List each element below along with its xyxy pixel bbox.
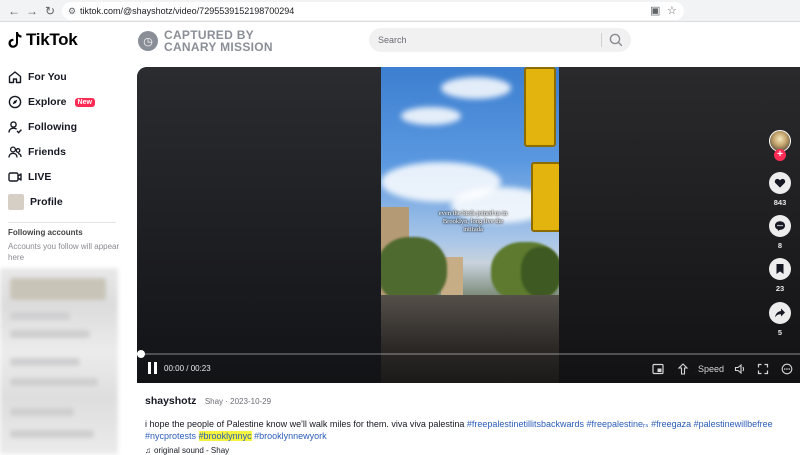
sidebar-item-live[interactable]: LIVE [8,168,51,186]
autoscroll-icon[interactable] [676,361,690,377]
like-count: 843 [773,198,787,207]
sidebar-item-label: Profile [30,196,63,208]
friends-icon [8,145,22,159]
video-frame[interactable]: even the birds joined us in Brooklyn, lo… [381,67,559,383]
new-badge: New [74,97,95,107]
compass-icon [8,95,22,109]
save-count: 23 [775,284,785,293]
sidebar-item-profile[interactable]: Profile [8,193,63,211]
install-app-icon[interactable]: ▣ [650,4,660,18]
hashtag-link[interactable]: #freegaza [651,419,691,429]
sidebar-item-label: For You [28,71,67,83]
hashtag-link[interactable]: #palestinewillbefree [694,419,773,429]
sidebar-item-following[interactable]: Following [8,118,77,136]
sidebar-item-friends[interactable]: Friends [8,143,66,161]
share-button[interactable]: 5 [767,302,793,337]
progress-bar[interactable] [137,353,800,355]
sidebar-item-label: Friends [28,146,66,158]
speed-button[interactable]: Speed [697,361,725,377]
tiktok-logo[interactable]: TikTok [8,28,78,52]
search-input[interactable] [378,28,598,52]
sidebar-item-label: LIVE [28,171,52,183]
follow-plus-icon[interactable]: + [774,149,786,161]
brand-name: TikTok [26,30,78,49]
sidebar-divider [8,222,116,223]
bookmark-star-icon[interactable]: ☆ [667,4,677,18]
url-text: tiktok.com/@shayshotz/video/729553915219… [80,6,295,16]
more-options-icon[interactable] [780,361,794,377]
sidebar-item-label: Explore [28,96,67,108]
time-readout: 00:00 / 00:23 [164,364,211,373]
clock-icon: ◷ [138,31,158,51]
author-username[interactable]: shayshotz [145,395,196,407]
forward-arrow-icon[interactable]: → [24,3,40,19]
avatar [8,194,24,210]
creator-avatar-button[interactable]: + [767,130,793,161]
reload-icon[interactable]: ↻ [42,3,58,19]
share-icon [769,302,791,324]
home-icon [8,70,22,84]
pip-icon[interactable] [651,361,665,377]
comment-icon [769,215,791,237]
following-accounts-hint: Accounts you follow will appear here [8,242,120,262]
save-button[interactable]: 23 [767,258,793,293]
player-backdrop-right [559,67,800,383]
crowd [381,295,559,383]
user-follow-icon [8,120,22,134]
canary-mission-watermark: ◷ CAPTURED BY CANARY MISSION [138,29,273,53]
comment-button[interactable]: 8 [767,215,793,250]
comment-count: 8 [777,241,783,250]
like-button[interactable]: 843 [767,172,793,207]
sidebar-item-label: Following [28,121,77,133]
hashtag-link[interactable]: #brooklynnewyork [254,431,327,441]
following-accounts-heading: Following accounts [8,228,83,237]
video-caption: even the birds joined us in Brooklyn, lo… [438,210,508,233]
player-backdrop-left [137,67,381,383]
bookmark-icon [769,258,791,280]
watermark-line2: CANARY MISSION [164,40,273,54]
hashtag-link-highlighted[interactable]: #brooklynnyc [198,431,252,441]
author-subline: Shay · 2023-10-29 [204,397,272,406]
tiktok-note-icon [8,32,22,48]
heart-icon [769,172,791,194]
play-pause-button[interactable] [148,362,160,376]
sidebar-item-explore[interactable]: Explore New [8,93,95,111]
video-player[interactable]: even the birds joined us in Brooklyn, lo… [137,67,800,383]
hashtag-link[interactable]: #freepalestinetillitsbackwards [467,419,584,429]
site-info-icon[interactable]: ⚙ [68,2,76,20]
post-description: i hope the people of Palestine know we'l… [145,418,795,442]
progress-thumb[interactable] [137,350,145,358]
fullscreen-icon[interactable] [756,361,770,377]
post-meta: shayshotz Shay · 2023-10-29 i hope the p… [145,391,795,455]
hashtag-link[interactable]: #freepalestineᵣₛ [586,419,648,429]
back-arrow-icon[interactable]: ← [6,3,22,19]
hashtag-link[interactable]: #nycprotests [145,431,196,441]
search-icon[interactable] [608,32,624,48]
address-bar[interactable]: ⚙ tiktok.com/@shayshotz/video/7295539152… [62,2,684,20]
search-box [369,28,631,52]
share-count: 5 [777,328,783,337]
live-icon [8,170,22,184]
post-text: i hope the people of Palestine know we'l… [145,419,465,429]
browser-toolbar: ← → ↻ ⚙ tiktok.com/@shayshotz/video/7295… [0,0,800,22]
search-divider [601,33,602,47]
blurred-account-list [0,268,118,454]
sidebar-item-for-you[interactable]: For You [8,68,67,86]
volume-icon[interactable] [733,361,747,377]
